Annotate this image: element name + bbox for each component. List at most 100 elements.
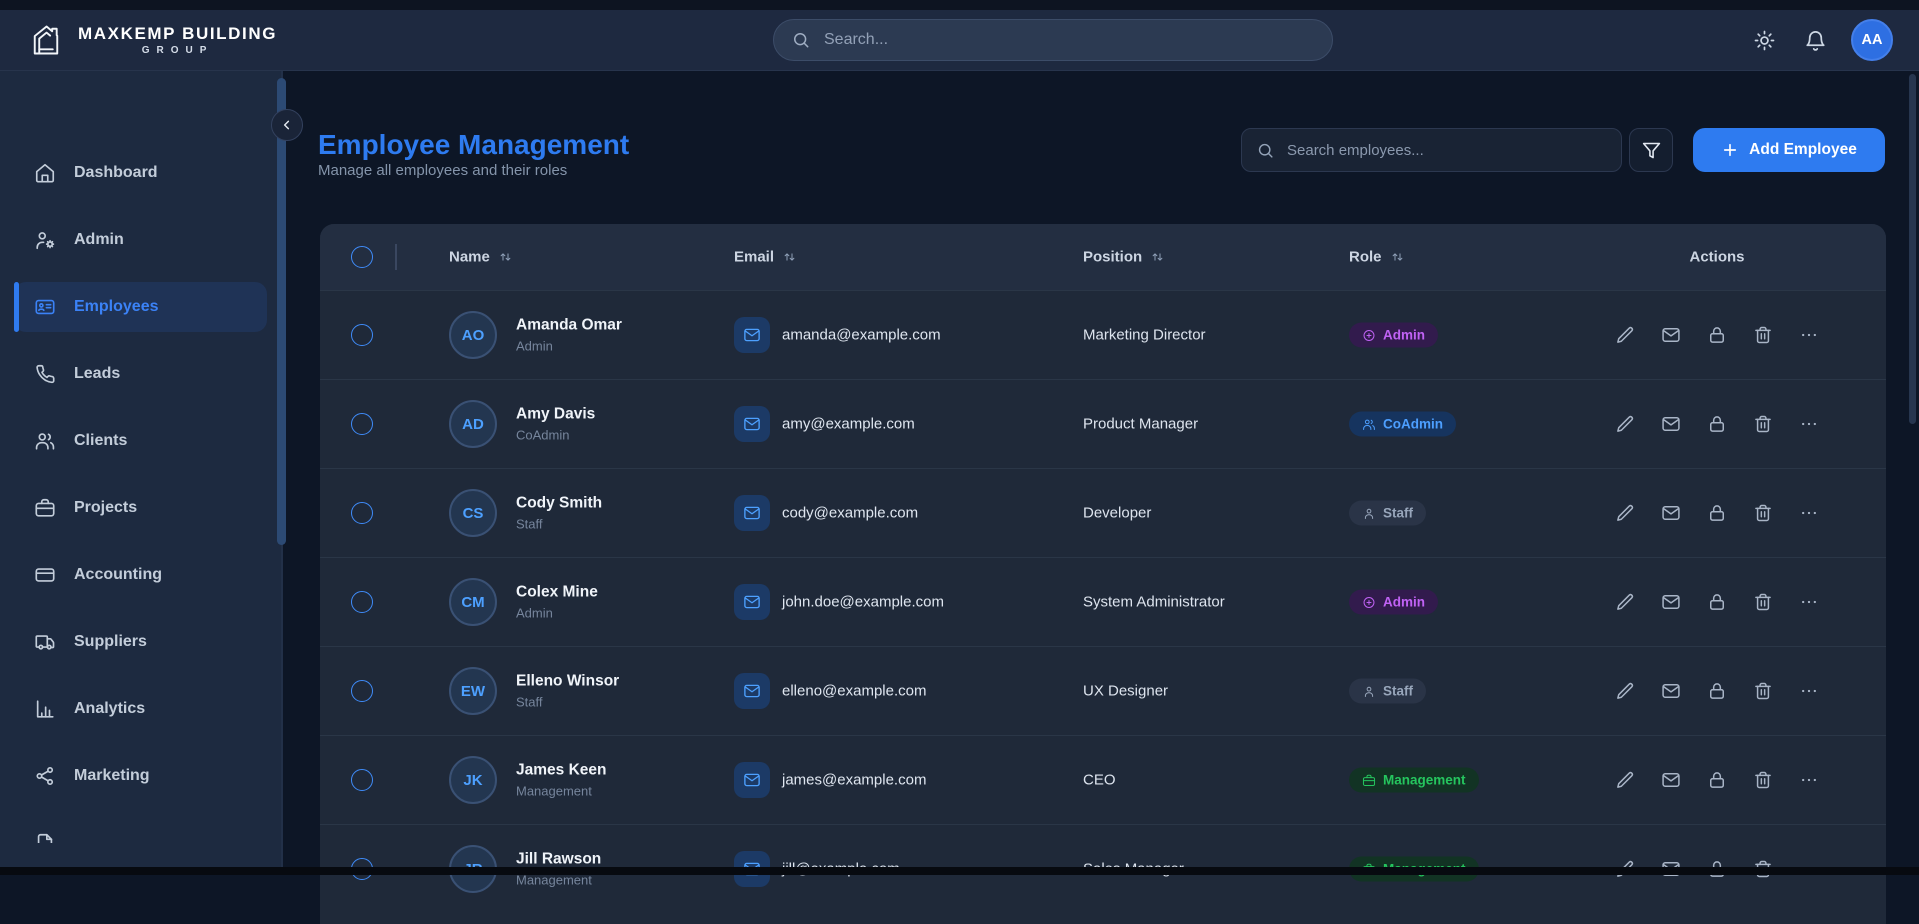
row-checkbox[interactable]	[351, 591, 373, 613]
more-button[interactable]	[1799, 503, 1819, 523]
search-icon	[791, 30, 811, 50]
delete-button[interactable]	[1753, 770, 1773, 790]
role-badge: CoAdmin	[1349, 411, 1456, 437]
delete-button[interactable]	[1753, 592, 1773, 612]
mail-icon	[743, 504, 761, 522]
sidebar-item-clients[interactable]: Clients	[14, 416, 267, 466]
sidebar-item-label: Leads	[74, 365, 121, 382]
lock-button[interactable]	[1707, 503, 1727, 523]
edit-button[interactable]	[1615, 414, 1635, 434]
edit-button[interactable]	[1615, 325, 1635, 345]
sidebar-item-label: Projects	[74, 499, 138, 516]
avatar-initials: CM	[461, 593, 485, 611]
more-button[interactable]	[1799, 414, 1819, 434]
mail-icon	[743, 593, 761, 611]
row-checkbox[interactable]	[351, 324, 373, 346]
user-avatar[interactable]: AA	[1851, 19, 1893, 61]
more-button[interactable]	[1799, 325, 1819, 345]
role-badge: Admin	[1349, 589, 1438, 615]
delete-button[interactable]	[1753, 414, 1773, 434]
row-checkbox[interactable]	[351, 769, 373, 791]
send-email-button[interactable]	[1661, 592, 1681, 612]
edit-button[interactable]	[1615, 503, 1635, 523]
sidebar-item-label: Marketing	[74, 767, 150, 784]
lock-button[interactable]	[1707, 414, 1727, 434]
send-email-button[interactable]	[1661, 414, 1681, 434]
column-header-position[interactable]: Position	[1083, 249, 1165, 266]
notifications-bell-icon[interactable]	[1804, 29, 1827, 52]
global-search-input[interactable]	[822, 30, 1315, 50]
lock-button[interactable]	[1707, 325, 1727, 345]
avatar-initials: EW	[460, 682, 486, 700]
lock-button[interactable]	[1707, 681, 1727, 701]
window-top-strip	[0, 0, 1919, 10]
email-badge	[734, 673, 770, 709]
topbar-actions: AA	[1753, 10, 1893, 70]
funnel-icon	[1641, 140, 1662, 161]
column-header-role[interactable]: Role	[1349, 249, 1405, 266]
users-icon	[34, 430, 56, 452]
employee-name: Jill Rawson	[516, 850, 602, 868]
table-body: AO Amanda Omar Admin amanda@example.com …	[320, 290, 1886, 913]
employee-position: Product Manager	[1083, 415, 1199, 433]
sidebar-item-accounting[interactable]: Accounting	[14, 550, 267, 600]
table-row: EW Elleno Winsor Staff elleno@example.co…	[320, 646, 1886, 735]
employee-search[interactable]	[1241, 128, 1622, 172]
sort-icon	[498, 250, 513, 265]
edit-button[interactable]	[1615, 770, 1635, 790]
column-header-name[interactable]: Name	[449, 249, 513, 266]
row-checkbox[interactable]	[351, 680, 373, 702]
window-bottom-strip	[0, 867, 1919, 875]
sidebar-item-marketing[interactable]: Marketing	[14, 751, 267, 801]
sidebar-item-dashboard[interactable]: Dashboard	[14, 148, 267, 198]
add-employee-button[interactable]: Add Employee	[1693, 128, 1885, 172]
sidebar: Dashboard Admin Employees Leads Clients Proje…	[0, 70, 281, 868]
employee-position: CEO	[1083, 771, 1116, 789]
edit-button[interactable]	[1615, 681, 1635, 701]
sidebar-item-analytics[interactable]: Analytics	[14, 684, 267, 734]
send-email-button[interactable]	[1661, 325, 1681, 345]
global-search[interactable]	[773, 19, 1333, 61]
avatar: EW	[449, 667, 497, 715]
edit-button[interactable]	[1615, 592, 1635, 612]
select-all-checkbox[interactable]	[351, 246, 373, 268]
briefcase-icon	[1362, 773, 1376, 787]
sidebar-item-projects[interactable]: Projects	[14, 483, 267, 533]
circle-plus-icon	[1362, 328, 1376, 342]
main-scrollbar-thumb[interactable]	[1909, 74, 1916, 424]
column-header-email[interactable]: Email	[734, 249, 797, 266]
send-email-button[interactable]	[1661, 770, 1681, 790]
sidebar-item-admin[interactable]: Admin	[14, 215, 267, 265]
more-button[interactable]	[1799, 592, 1819, 612]
row-checkbox[interactable]	[351, 413, 373, 435]
table-row: AD Amy Davis CoAdmin amy@example.com Pro…	[320, 379, 1886, 468]
employee-position: Marketing Director	[1083, 326, 1206, 344]
brand-name: MAXKEMP BUILDING	[78, 23, 278, 43]
sidebar-item-leads[interactable]: Leads	[14, 349, 267, 399]
sidebar-item-employees[interactable]: Employees	[14, 282, 267, 332]
search-icon	[1256, 141, 1275, 160]
header-divider	[395, 244, 397, 270]
lock-button[interactable]	[1707, 770, 1727, 790]
delete-button[interactable]	[1753, 503, 1773, 523]
send-email-button[interactable]	[1661, 681, 1681, 701]
more-button[interactable]	[1799, 770, 1819, 790]
sidebar-item-suppliers[interactable]: Suppliers	[14, 617, 267, 667]
delete-button[interactable]	[1753, 325, 1773, 345]
delete-button[interactable]	[1753, 681, 1773, 701]
row-checkbox[interactable]	[351, 502, 373, 524]
send-email-button[interactable]	[1661, 503, 1681, 523]
employee-table: Name Email Position Role Actions AO Aman…	[320, 224, 1886, 924]
employee-search-input[interactable]	[1285, 140, 1607, 160]
more-button[interactable]	[1799, 681, 1819, 701]
employee-name: Amy Davis	[516, 405, 596, 423]
filter-button[interactable]	[1629, 128, 1673, 172]
topbar: MAXKEMP BUILDING GROUP AA	[0, 10, 1919, 71]
user-cog-icon	[34, 229, 56, 251]
sidebar-collapse-button[interactable]	[271, 109, 303, 141]
lock-button[interactable]	[1707, 592, 1727, 612]
sidebar-scrollbar-thumb[interactable]	[277, 78, 286, 545]
theme-toggle-sun-icon[interactable]	[1753, 29, 1776, 52]
user-icon	[1362, 684, 1376, 698]
sidebar-item-more[interactable]	[14, 818, 267, 843]
